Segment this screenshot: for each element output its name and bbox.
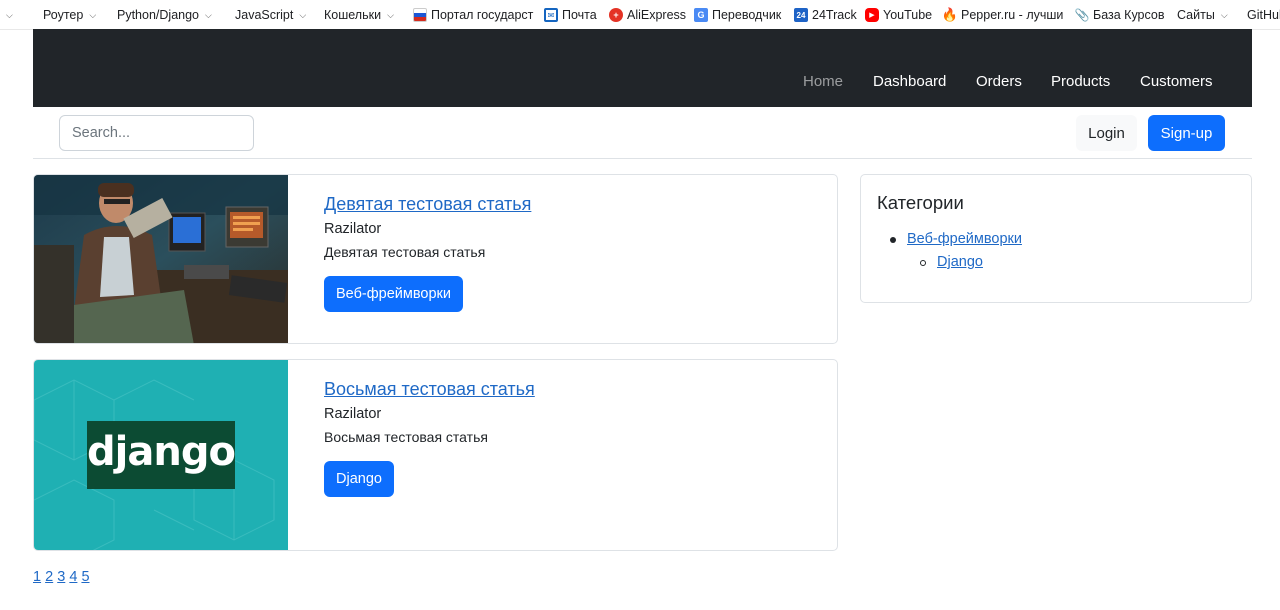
bookmark-pepper[interactable]: 🔥 Pepper.ru - лучши — [941, 0, 1072, 29]
paperclip-icon: 📎 — [1074, 8, 1090, 22]
bookmark-mail[interactable]: ✉ Почта — [544, 0, 606, 29]
nav-home[interactable]: Home — [803, 73, 843, 90]
bookmarks-bar: ⌵ Роутер ⌵ Python/Django ⌵ JavaScript ⌵ … — [0, 0, 1280, 30]
bookmark-label: AliExpress — [627, 8, 687, 22]
article-card: django Восьмая тестовая статья Razilator… — [33, 359, 838, 551]
article-thumbnail[interactable]: django — [34, 360, 288, 550]
bookmark-label: Python/Django — [117, 8, 200, 22]
24track-icon: 24 — [794, 8, 808, 22]
chevron-down-icon: ⌵ — [89, 9, 97, 20]
category-button[interactable]: Веб-фреймворки — [324, 276, 463, 312]
login-button[interactable]: Login — [1076, 115, 1137, 151]
page-link-3[interactable]: 3 — [57, 569, 65, 585]
translate-icon: G — [694, 8, 708, 22]
django-logo-text: django — [87, 429, 236, 475]
signup-button[interactable]: Sign-up — [1148, 115, 1225, 151]
article-author: Razilator — [324, 221, 382, 237]
circle-bullet-icon — [920, 260, 926, 266]
bookmark-folder-python-django[interactable]: Python/Django ⌵ — [117, 0, 221, 29]
bookmark-label: Сайты — [1177, 8, 1215, 22]
bookmark-folder-sites[interactable]: Сайты ⌵ — [1177, 0, 1237, 29]
bookmark-folder-router[interactable]: Роутер ⌵ — [43, 0, 105, 29]
bookmark-label: JavaScript — [235, 8, 294, 22]
aliexpress-icon: + — [609, 8, 623, 22]
nav-orders[interactable]: Orders — [976, 73, 1022, 90]
mail-icon: ✉ — [544, 8, 558, 22]
category-button[interactable]: Django — [324, 461, 394, 497]
chevron-down-icon: ⌵ — [6, 9, 13, 20]
bookmark-label: Портал государст — [431, 8, 534, 22]
bookmark-label: Почта — [562, 8, 597, 22]
categories-card: Категории Веб-фреймворки Django — [860, 174, 1252, 303]
page-link-5[interactable]: 5 — [81, 569, 89, 585]
bookmark-github[interactable]: GitHul — [1247, 0, 1280, 29]
chevron-down-icon: ⌵ — [205, 9, 212, 20]
bookmark-label: GitHul — [1247, 8, 1280, 22]
search-input[interactable] — [59, 115, 254, 151]
article-card: Девятая тестовая статья Razilator Девята… — [33, 174, 838, 344]
bookmark-courses[interactable]: 📎 База Курсов — [1074, 0, 1174, 29]
nav-products[interactable]: Products — [1051, 73, 1110, 90]
bookmark-label: Роутер — [43, 8, 84, 22]
article-author: Razilator — [324, 406, 382, 422]
article-description: Восьмая тестовая статья — [324, 429, 488, 445]
chevron-down-icon: ⌵ — [1220, 9, 1228, 20]
retro-computer-photo — [34, 175, 288, 343]
bookmark-label: Кошельки — [324, 8, 382, 22]
bookmark-folder-wallets[interactable]: Кошельки ⌵ — [324, 0, 403, 29]
category-link-django[interactable]: Django — [937, 254, 983, 270]
bookmark-label: Переводчик — [712, 8, 782, 22]
article-title-link[interactable]: Девятая тестовая статья — [324, 194, 531, 215]
category-link-web-frameworks[interactable]: Веб-фреймворки — [907, 231, 1022, 247]
page-link-4[interactable]: 4 — [69, 569, 77, 585]
pagination: 1 2 3 4 5 — [33, 569, 90, 585]
categories-heading: Категории — [877, 192, 964, 213]
bookmark-gosuslugi[interactable]: Портал государст — [413, 0, 542, 29]
bookmark-folder-javascript[interactable]: JavaScript ⌵ — [235, 0, 315, 29]
bookmark-aliexpress[interactable]: + AliExpress — [609, 0, 695, 29]
nav-dashboard[interactable]: Dashboard — [873, 73, 946, 90]
chevron-down-icon: ⌵ — [299, 9, 307, 20]
article-title-link[interactable]: Восьмая тестовая статья — [324, 379, 535, 400]
page-link-2[interactable]: 2 — [45, 569, 53, 585]
bookmark-label: База Курсов — [1093, 8, 1165, 22]
bookmark-label: 24Track — [812, 8, 857, 22]
top-navbar: Home Dashboard Orders Products Customers — [33, 29, 1252, 107]
bookmark-label: Pepper.ru - лучши — [961, 8, 1064, 22]
article-thumbnail[interactable] — [34, 175, 288, 343]
bookmark-24track[interactable]: 24 24Track — [794, 0, 866, 29]
bullet-icon — [890, 237, 896, 243]
chevron-down-icon: ⌵ — [387, 9, 394, 20]
nav-customers[interactable]: Customers — [1140, 73, 1213, 90]
search-toolbar: Login Sign-up — [33, 107, 1252, 159]
bookmark-translator[interactable]: G Переводчик — [694, 0, 790, 29]
page-link-1[interactable]: 1 — [33, 569, 41, 585]
bookmark-folder-hidden[interactable]: ⌵ — [0, 0, 22, 29]
article-description: Девятая тестовая статья — [324, 244, 486, 260]
youtube-icon: ▶ — [865, 8, 879, 22]
bookmark-label: YouTube — [883, 8, 933, 22]
bookmark-youtube[interactable]: ▶ YouTube — [865, 0, 941, 29]
flame-icon: 🔥 — [941, 7, 959, 22]
russia-flag-icon — [413, 8, 427, 22]
